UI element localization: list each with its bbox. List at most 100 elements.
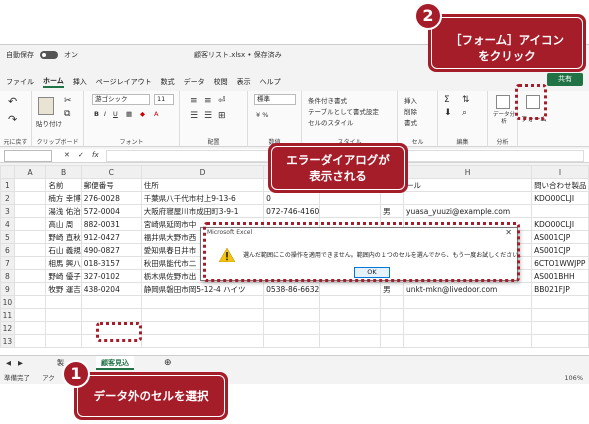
font-name-select[interactable]: 游ゴシック xyxy=(92,94,150,105)
cell[interactable]: 住所 xyxy=(140,178,265,192)
cell[interactable]: 問い合わせ製品 xyxy=(531,178,589,192)
undo-icon[interactable]: ↶ xyxy=(8,95,17,108)
tab-view[interactable]: 表示 xyxy=(237,77,251,87)
cell[interactable] xyxy=(531,308,589,322)
copy-icon[interactable]: ⧉ xyxy=(64,109,70,119)
cell[interactable]: KDO00CLJI xyxy=(531,191,589,205)
insert-cells-button[interactable]: 挿入 xyxy=(404,95,417,105)
sort-filter-icon[interactable]: ⇅ xyxy=(462,95,470,105)
sheet-tab-active[interactable]: 顧客見込 xyxy=(96,356,134,370)
tab-scroll-right-icon[interactable]: ▶ xyxy=(18,359,23,367)
tab-file[interactable]: ファイル xyxy=(6,77,34,87)
table-format-button[interactable]: テーブルとして書式設定 xyxy=(308,106,379,116)
cell[interactable] xyxy=(319,308,382,322)
cell[interactable] xyxy=(402,321,533,335)
cell[interactable] xyxy=(45,308,82,322)
cell[interactable] xyxy=(45,295,82,309)
align-top-icon[interactable]: ≡ xyxy=(190,96,198,106)
column-header[interactable]: A xyxy=(13,165,47,179)
tab-data[interactable]: データ xyxy=(184,77,205,87)
share-button[interactable]: 共有 xyxy=(547,73,583,86)
analyze-data-icon[interactable] xyxy=(496,95,510,109)
cell[interactable]: 高山 周 xyxy=(45,217,82,231)
align-middle-icon[interactable]: ≡ xyxy=(204,96,212,106)
number-format-select[interactable]: 標準 xyxy=(254,94,296,105)
align-center-icon[interactable]: ☰ xyxy=(204,111,212,121)
cell[interactable] xyxy=(13,308,47,322)
row-header[interactable]: 7 xyxy=(0,256,15,270)
cell[interactable]: AS001CJP xyxy=(531,230,589,244)
row-header[interactable]: 2 xyxy=(0,191,15,205)
cell[interactable]: 0538-86-6632 xyxy=(263,282,321,296)
tab-help[interactable]: ヘルプ xyxy=(260,77,281,87)
tab-review[interactable]: 校閲 xyxy=(214,77,228,87)
cancel-icon[interactable]: ✕ xyxy=(64,151,70,159)
cell[interactable] xyxy=(531,321,589,335)
tab-page-layout[interactable]: ページレイアウト xyxy=(96,77,152,87)
delete-cells-button[interactable]: 削除 xyxy=(404,106,417,116)
cell[interactable]: 野崎 直秋 xyxy=(45,230,82,244)
row-header[interactable]: 10 xyxy=(0,295,15,309)
tab-scroll-left-icon[interactable]: ◀ xyxy=(6,359,11,367)
row-header[interactable]: 11 xyxy=(0,308,15,322)
row-header[interactable]: 8 xyxy=(0,269,15,283)
find-icon[interactable]: ⌕ xyxy=(462,108,467,118)
cell[interactable] xyxy=(380,295,404,309)
cell[interactable]: 072-746-4160 xyxy=(263,204,321,218)
select-all-corner[interactable] xyxy=(0,165,15,179)
column-header[interactable]: C xyxy=(80,165,142,179)
cell[interactable] xyxy=(319,282,382,296)
cell[interactable] xyxy=(13,269,47,283)
fill-color-icon[interactable]: ◆ xyxy=(140,110,145,118)
cell[interactable] xyxy=(13,321,47,335)
cell[interactable]: 楠方 幸博 xyxy=(45,191,82,205)
cell[interactable] xyxy=(45,321,82,335)
cell[interactable]: 静岡県磐田市岡5-12-4 ハイツ xyxy=(140,282,265,296)
cell[interactable]: AS001CJP xyxy=(531,243,589,257)
cell[interactable] xyxy=(13,178,47,192)
row-header[interactable]: 13 xyxy=(0,334,15,348)
accessibility-status[interactable]: アク xyxy=(42,374,55,382)
row-header[interactable]: 3 xyxy=(0,204,15,218)
row-header[interactable]: 5 xyxy=(0,230,15,244)
row-header[interactable]: 12 xyxy=(0,321,15,335)
cell[interactable]: 018-3157 xyxy=(80,256,142,270)
cell[interactable] xyxy=(263,295,321,309)
cell[interactable]: 大阪府寝屋川市成田町3-9-1 xyxy=(140,204,265,218)
cell[interactable] xyxy=(402,191,533,205)
tab-formulas[interactable]: 数式 xyxy=(161,77,175,87)
cell[interactable] xyxy=(319,204,382,218)
redo-icon[interactable]: ↷ xyxy=(8,113,17,126)
cell[interactable] xyxy=(140,308,265,322)
zoom-level[interactable]: 106% xyxy=(564,371,583,384)
column-header[interactable]: I xyxy=(531,165,589,179)
cell[interactable] xyxy=(402,334,533,348)
align-left-icon[interactable]: ☰ xyxy=(190,111,198,121)
cell[interactable] xyxy=(13,334,47,348)
cell[interactable] xyxy=(13,191,47,205)
cell[interactable] xyxy=(140,295,265,309)
cell[interactable] xyxy=(80,308,142,322)
row-header[interactable]: 9 xyxy=(0,282,15,296)
autosave-toggle[interactable] xyxy=(40,51,58,59)
format-cells-button[interactable]: 書式 xyxy=(404,117,417,127)
column-header[interactable]: B xyxy=(45,165,82,179)
row-header[interactable]: 6 xyxy=(0,243,15,257)
cut-icon[interactable]: ✂ xyxy=(64,96,72,106)
cell[interactable] xyxy=(263,334,321,348)
cell[interactable] xyxy=(13,295,47,309)
cell[interactable]: 名前 xyxy=(45,178,82,192)
cell-style-button[interactable]: セルのスタイル xyxy=(308,117,354,127)
cell[interactable] xyxy=(13,217,47,231)
cell[interactable]: 男 xyxy=(380,282,404,296)
font-color-icon[interactable]: A xyxy=(154,110,158,118)
cell[interactable]: 湯浅 佑治 xyxy=(45,204,82,218)
row-header[interactable]: 4 xyxy=(0,217,15,231)
cell[interactable] xyxy=(319,191,382,205)
cell[interactable]: 石山 義規 xyxy=(45,243,82,257)
fill-icon[interactable]: ⬇ xyxy=(444,108,452,118)
cell[interactable] xyxy=(380,191,404,205)
cell[interactable] xyxy=(531,295,589,309)
cell[interactable] xyxy=(13,256,47,270)
cell[interactable]: 572-0004 xyxy=(80,204,142,218)
